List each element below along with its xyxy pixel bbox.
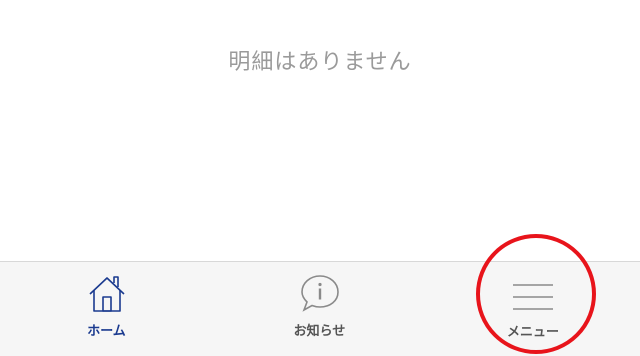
info-bubble-icon [300,275,339,312]
empty-statement-message: 明細はありません [228,50,412,75]
tab-news-label: お知らせ [293,324,346,339]
tab-home-label: ホーム [87,324,126,339]
app-screen: 明細はありません ホーム お知らせ メニュー [0,0,640,356]
bottom-tab-bar: ホーム お知らせ メニュー [0,261,640,356]
tab-home[interactable]: ホーム [0,262,213,356]
home-icon [88,276,125,312]
tab-menu-label: メニュー [506,325,559,340]
hamburger-menu-icon [513,284,553,310]
tab-menu[interactable]: メニュー [426,262,640,356]
tab-news[interactable]: お知らせ [213,262,426,356]
